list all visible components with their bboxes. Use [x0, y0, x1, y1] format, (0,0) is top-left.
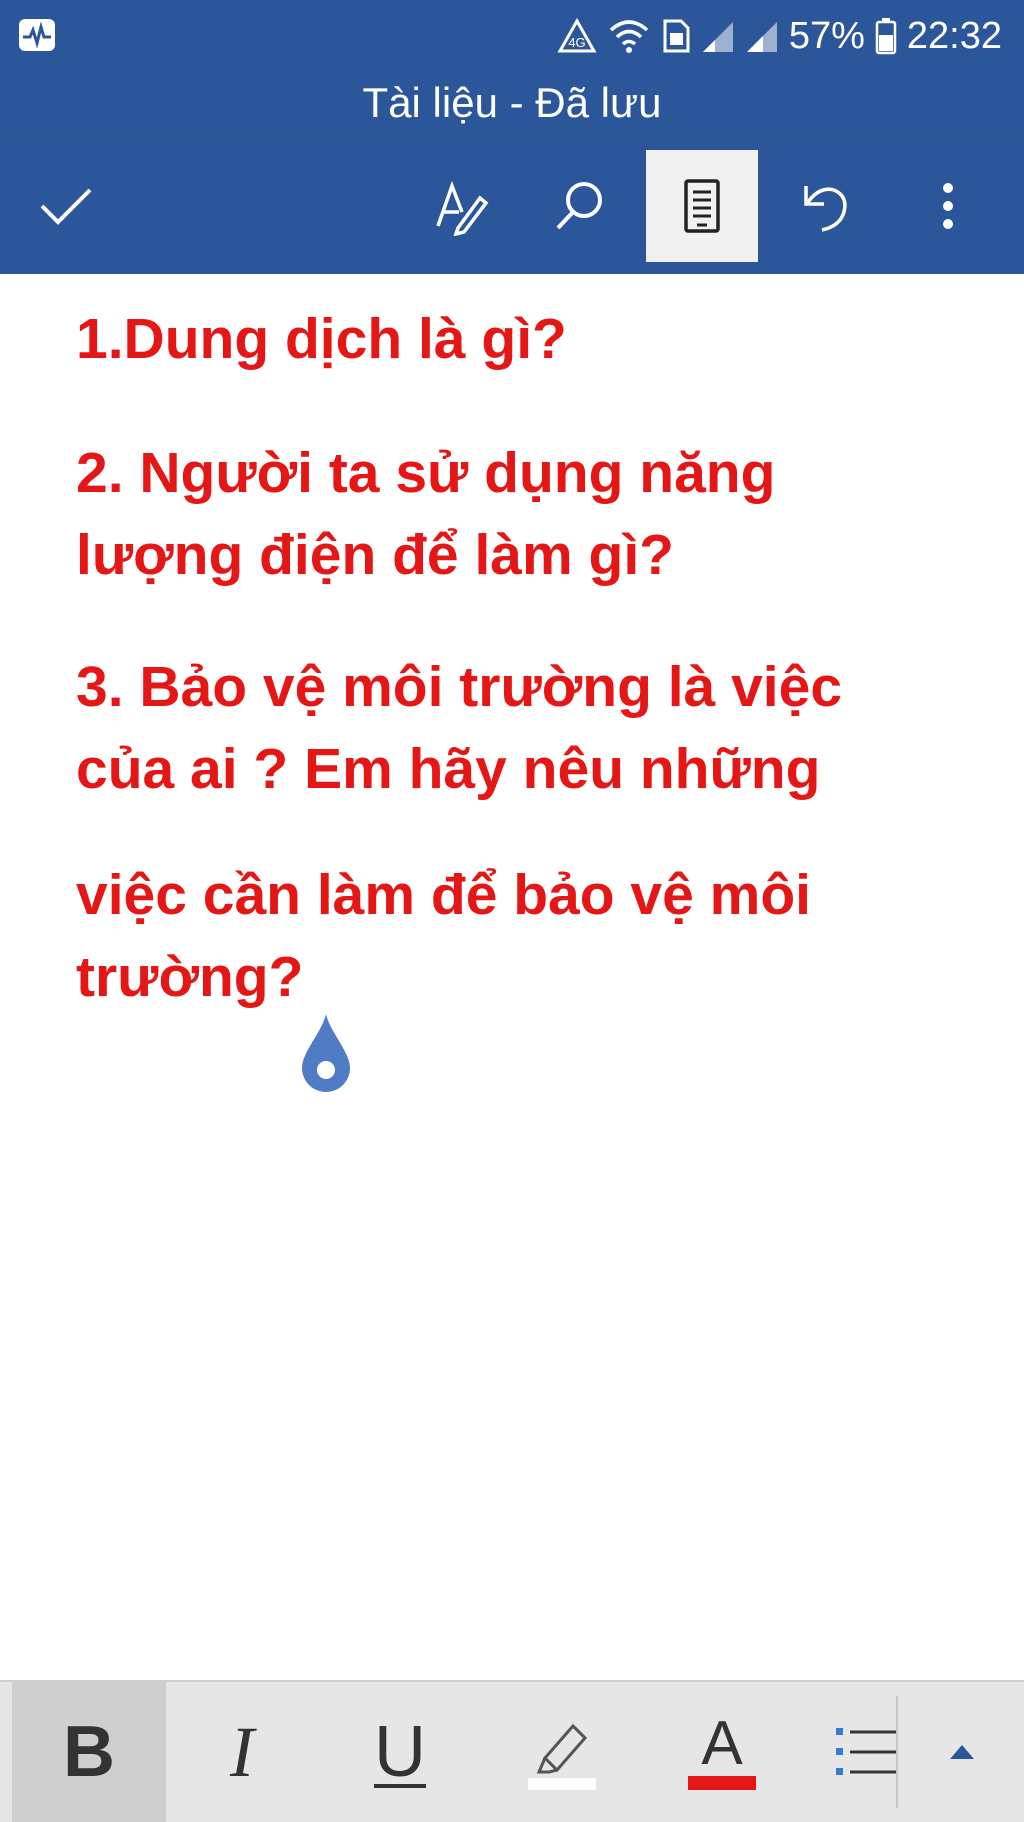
checkmark-icon: [40, 188, 92, 225]
line: trường?: [76, 945, 304, 1009]
document-title: Tài liệu - Đã lưu: [0, 72, 1024, 134]
done-button[interactable]: [10, 150, 122, 262]
more-options-button[interactable]: [892, 150, 1004, 262]
expand-toolbar-button[interactable]: [910, 1682, 1014, 1822]
status-bar: 4G 57% 22:32: [0, 0, 1024, 72]
line: của ai ? Em hãy nêu những: [76, 737, 821, 801]
bold-label: B: [63, 1712, 115, 1792]
search-icon: [556, 182, 602, 230]
italic-label: I: [230, 1711, 254, 1792]
format-toolbar: B I U A: [0, 1680, 1024, 1822]
mobile-view-button[interactable]: [646, 150, 758, 262]
line: 2. Người ta sử dụng năng: [76, 441, 776, 505]
highlight-button[interactable]: [500, 1682, 624, 1822]
more-vertical-icon: [943, 183, 953, 229]
undo-button[interactable]: [768, 150, 880, 262]
underline-button[interactable]: U: [338, 1682, 462, 1822]
pen-draw-icon: [436, 180, 489, 236]
draw-button[interactable]: [406, 150, 518, 262]
undo-icon: [804, 186, 847, 232]
paragraph-2[interactable]: 2. Người ta sử dụng năng lượng điện để l…: [76, 432, 976, 596]
paragraph-4[interactable]: việc cần làm để bảo vệ môi trường?: [76, 854, 976, 1018]
line: việc cần làm để bảo vệ môi: [76, 863, 811, 927]
battery-icon: [875, 18, 897, 55]
line: lượng điện để làm gì?: [76, 523, 674, 587]
triangle-up-icon: [950, 1745, 974, 1759]
underline-label: U: [374, 1712, 426, 1792]
activity-monitor-icon: [19, 19, 55, 51]
wifi-icon: [609, 20, 649, 53]
data-saver-icon: 4G: [557, 18, 597, 53]
font-color-button[interactable]: A: [660, 1682, 784, 1822]
line: 3. Bảo vệ môi trường là việc: [76, 655, 843, 719]
bullet-list-button[interactable]: [822, 1682, 896, 1822]
cursor-handle-icon[interactable]: [296, 1012, 356, 1096]
bullet-list-icon: [836, 1728, 896, 1775]
svg-text:4G: 4G: [568, 35, 585, 50]
highlighter-icon: [528, 1723, 596, 1790]
font-color-swatch: [688, 1776, 756, 1790]
signal-icon-1: [702, 22, 733, 52]
paragraph-3[interactable]: 3. Bảo vệ môi trường là việc của ai ? Em…: [76, 646, 976, 810]
bold-button[interactable]: B: [12, 1682, 166, 1822]
battery-percent: 57%: [788, 14, 865, 57]
top-toolbar: [0, 134, 1024, 274]
sim-card-icon: [663, 19, 690, 53]
line: 1.Dung dịch là gì?: [76, 307, 567, 371]
search-button[interactable]: [524, 150, 636, 262]
italic-button[interactable]: I: [180, 1682, 304, 1822]
font-color-label: A: [701, 1709, 743, 1778]
clock: 22:32: [906, 14, 1002, 57]
status-indicators: 4G 57% 22:32: [557, 10, 1002, 62]
signal-icon-2: [746, 22, 777, 52]
mobile-view-icon: [684, 179, 720, 233]
document-canvas[interactable]: 1.Dung dịch là gì? 2. Người ta sử dụng n…: [0, 274, 1024, 1680]
paragraph-1[interactable]: 1.Dung dịch là gì?: [76, 298, 976, 380]
toolbar-separator: [896, 1696, 898, 1808]
